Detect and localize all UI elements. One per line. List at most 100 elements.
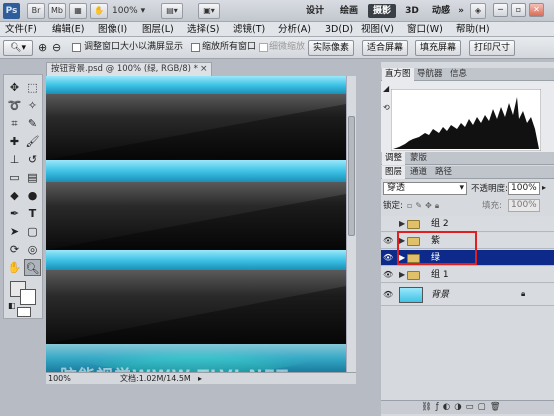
blend-mode-select[interactable]: 穿透 ▾ <box>383 182 467 195</box>
gradient-tool-icon[interactable]: ▤ <box>24 169 41 186</box>
workspace-motion[interactable]: 动感 <box>428 4 454 18</box>
eye-icon[interactable]: 👁︎ <box>383 236 393 246</box>
workspace-design[interactable]: 设计 <box>302 4 328 18</box>
trash-icon[interactable]: 🗑︎ <box>490 402 505 412</box>
status-arrow-icon[interactable]: ▸ <box>198 373 202 384</box>
type-tool-icon[interactable]: T <box>24 205 41 222</box>
workspace-painting[interactable]: 绘画 <box>336 4 362 18</box>
hand-tool-icon[interactable]: ✋ <box>6 259 23 276</box>
menu-filter[interactable]: 滤镜(T) <box>233 22 265 37</box>
document-tab[interactable]: 按钮背景.psd @ 100% (绿, RGB/8) * <box>46 62 212 76</box>
fit-screen-button[interactable]: 适合屏幕 <box>362 40 408 56</box>
histogram-refresh-icon[interactable]: ⟲ <box>383 103 390 112</box>
menu-file[interactable]: 文件(F) <box>5 22 37 37</box>
screen-mode-button[interactable]: ▣▾ <box>198 3 220 19</box>
view-extras-button[interactable]: ▦ <box>69 3 87 19</box>
opacity-slider-icon[interactable]: ▸ <box>542 183 546 192</box>
blur-tool-icon[interactable]: ◆ <box>6 187 23 204</box>
fx-icon[interactable]: ƒ <box>436 402 443 412</box>
workspace-3d[interactable]: 3D <box>402 4 422 18</box>
menu-layer[interactable]: 图层(L) <box>142 22 174 37</box>
menu-select[interactable]: 选择(S) <box>187 22 219 37</box>
tab-layers[interactable]: 图层 <box>382 166 406 179</box>
quick-mask-icon[interactable] <box>17 307 31 317</box>
history-brush-tool-icon[interactable]: ↺ <box>24 151 41 168</box>
menu-window[interactable]: 窗口(W) <box>407 22 443 37</box>
magic-wand-tool-icon[interactable]: ✧ <box>24 97 41 114</box>
layer-row[interactable]: ▶ 组 2 <box>381 216 554 232</box>
adjustment-icon[interactable]: ◑ <box>454 402 465 412</box>
menu-help[interactable]: 帮助(H) <box>456 22 490 37</box>
tab-histogram[interactable]: 直方图 <box>382 68 414 81</box>
eye-icon[interactable]: 👁︎ <box>383 270 393 280</box>
fill-screen-button[interactable]: 填充屏幕 <box>415 40 461 56</box>
visibility-off-box[interactable] <box>383 219 393 229</box>
healing-brush-tool-icon[interactable]: ✚ <box>6 133 23 150</box>
expand-triangle-icon[interactable]: ▶ <box>399 269 405 281</box>
workspace-photography[interactable]: 摄影 <box>368 4 396 18</box>
path-selection-tool-icon[interactable]: ➤ <box>6 223 23 240</box>
shape-tool-icon[interactable]: ▢ <box>24 223 41 240</box>
minimize-button[interactable]: ─ <box>493 3 508 17</box>
zoom-level-select[interactable]: 100% ▾ <box>112 3 156 19</box>
tab-paths[interactable]: 路径 <box>432 166 455 179</box>
zoom-out-icon[interactable]: ⊖ <box>52 41 61 54</box>
tool-preset-picker[interactable]: 🔍︎▾ <box>3 40 33 56</box>
zoom-in-icon[interactable]: ⊕ <box>38 41 47 54</box>
link-icon[interactable]: ⛓ <box>421 402 436 412</box>
eye-icon[interactable]: 👁︎ <box>383 253 393 263</box>
clone-stamp-tool-icon[interactable]: ⊥ <box>6 151 23 168</box>
vertical-scrollbar[interactable] <box>346 76 356 372</box>
menu-image[interactable]: 图像(I) <box>98 22 127 37</box>
tab-info[interactable]: 信息 <box>447 68 470 81</box>
default-colors-icon[interactable]: ◧ <box>8 301 16 310</box>
3d-rotate-tool-icon[interactable]: ⟳ <box>6 241 23 258</box>
new-group-icon[interactable]: ▭ <box>466 402 478 412</box>
hand-zoom-button[interactable]: ✋ <box>90 3 108 19</box>
expand-triangle-icon[interactable]: ▶ <box>399 218 405 230</box>
pen-tool-icon[interactable]: ✒ <box>6 205 23 222</box>
eye-icon[interactable]: 👁︎ <box>383 290 393 300</box>
zoom-tool-icon[interactable]: 🔍︎ <box>24 259 41 276</box>
lock-icons[interactable]: ▫✎✥🔒︎ <box>407 201 442 211</box>
new-layer-icon[interactable]: ▢ <box>478 402 490 412</box>
workspace-menu-button[interactable]: ◈ <box>470 3 486 19</box>
workspace-overflow[interactable]: » <box>456 4 466 18</box>
tab-navigator[interactable]: 导航器 <box>414 68 446 81</box>
tab-channels[interactable]: 通道 <box>407 166 430 179</box>
close-button[interactable]: ✕ <box>529 3 544 17</box>
status-zoom[interactable]: 100% <box>48 373 71 384</box>
dodge-tool-icon[interactable]: ● <box>24 187 41 204</box>
bridge-button[interactable]: Br <box>27 3 45 19</box>
layer-row[interactable]: 👁︎ ▶ 组 1 <box>381 267 554 283</box>
scrubby-zoom-checkbox[interactable] <box>259 43 268 52</box>
actual-pixels-button[interactable]: 实际像素 <box>308 40 354 56</box>
fill-input[interactable]: 100% <box>508 199 540 212</box>
marquee-tool-icon[interactable]: ⬚ <box>24 79 41 96</box>
tab-masks[interactable]: 蒙版 <box>407 152 430 165</box>
3d-orbit-tool-icon[interactable]: ◎ <box>24 241 41 258</box>
crop-tool-icon[interactable]: ⌗ <box>6 115 23 132</box>
arrange-documents-button[interactable]: ▤▾ <box>161 3 183 19</box>
mini-bridge-button[interactable]: Mb <box>48 3 66 19</box>
scrollbar-thumb[interactable] <box>348 116 355 236</box>
maximize-button[interactable]: ▫ <box>511 3 526 17</box>
brush-tool-icon[interactable]: 🖌︎ <box>24 133 41 150</box>
mask-icon[interactable]: ◐ <box>443 402 454 412</box>
close-document-icon[interactable]: × <box>200 62 212 76</box>
opacity-input[interactable]: 100% <box>508 182 540 195</box>
document-canvas[interactable] <box>46 76 346 372</box>
tab-adjustments[interactable]: 调整 <box>382 152 406 165</box>
background-color-swatch[interactable] <box>20 289 36 305</box>
menu-analysis[interactable]: 分析(A) <box>278 22 311 37</box>
menu-edit[interactable]: 编辑(E) <box>52 22 84 37</box>
move-tool-icon[interactable]: ✥ <box>6 79 23 96</box>
zoom-all-checkbox[interactable] <box>191 43 200 52</box>
menu-3d[interactable]: 3D(D) <box>325 22 353 37</box>
resize-windows-checkbox[interactable] <box>72 43 81 52</box>
eyedropper-tool-icon[interactable]: ✎ <box>24 115 41 132</box>
histogram-options-icon[interactable]: ◢ <box>383 84 389 93</box>
layer-row[interactable]: 👁︎ 背景 🔒︎ <box>381 284 554 306</box>
eraser-tool-icon[interactable]: ▭ <box>6 169 23 186</box>
menu-view[interactable]: 视图(V) <box>361 22 394 37</box>
